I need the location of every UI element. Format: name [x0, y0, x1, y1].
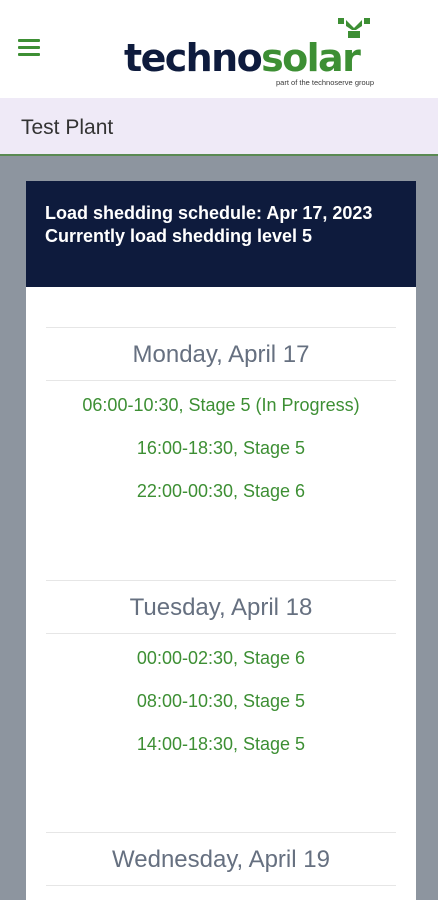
- time-slot: 08:00-10:30, Stage 5: [136, 691, 306, 711]
- hamburger-menu-icon[interactable]: [18, 39, 42, 59]
- day-section: Tuesday, April 18 00:00-02:30, Stage 6 0…: [46, 580, 396, 766]
- day-section: Monday, April 17 06:00-10:30, Stage 5 (I…: [46, 327, 396, 513]
- time-slot: 06:00-10:30, Stage 5 (In Progress): [82, 395, 360, 415]
- day-title: Tuesday, April 18: [46, 580, 396, 634]
- technosolar-logo: technosolar part of the technoserve grou…: [124, 16, 380, 92]
- plant-selector[interactable]: Test Plant: [0, 98, 438, 156]
- day-section: Wednesday, April 19: [46, 832, 396, 886]
- time-slot: 14:00-18:30, Stage 5: [136, 734, 306, 754]
- schedule-header: Load shedding schedule: Apr 17, 2023 Cur…: [26, 181, 416, 287]
- time-slot: 00:00-02:30, Stage 6: [136, 648, 306, 668]
- app-header: technosolar part of the technoserve grou…: [0, 0, 438, 98]
- time-slot: 16:00-18:30, Stage 5: [136, 438, 306, 458]
- day-title: Monday, April 17: [46, 327, 396, 381]
- brand-tagline: part of the technoserve group: [276, 78, 374, 87]
- day-title: Wednesday, April 19: [46, 832, 396, 886]
- brand-name: technosolar: [124, 36, 361, 80]
- plant-name: Test Plant: [21, 116, 114, 139]
- time-slot: 22:00-00:30, Stage 6: [136, 481, 306, 501]
- schedule-date-heading: Load shedding schedule: Apr 17, 2023: [45, 203, 373, 223]
- schedule-card: Load shedding schedule: Apr 17, 2023 Cur…: [26, 181, 416, 900]
- current-level-text: Currently load shedding level 5: [45, 226, 313, 246]
